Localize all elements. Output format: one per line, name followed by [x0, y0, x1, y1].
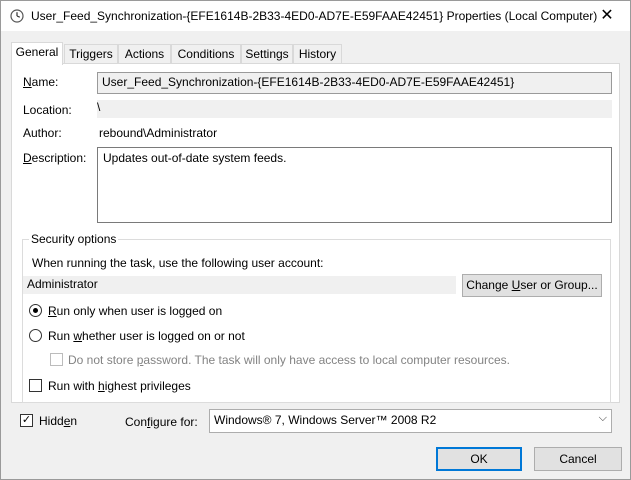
clock-icon [10, 9, 24, 23]
title-bar: User_Feed_Synchronization-{EFE1614B-2B33… [1, 1, 630, 31]
configure-for-label: Configure for: [125, 415, 198, 429]
task-name-field[interactable]: User_Feed_Synchronization-{EFE1614B-2B33… [97, 72, 612, 94]
author-label: Author: [23, 126, 62, 140]
run-whether-logged-on-label[interactable]: Run whether user is logged on or not [48, 329, 245, 343]
configure-for-value: Windows® 7, Windows Server™ 2008 R2 [214, 413, 437, 427]
configure-for-dropdown[interactable]: Windows® 7, Windows Server™ 2008 R2 ⌵ [209, 409, 612, 433]
window-title: User_Feed_Synchronization-{EFE1614B-2B33… [31, 9, 598, 23]
location-value: \ [97, 100, 612, 118]
hidden-label[interactable]: Hidden [39, 414, 77, 428]
tab-triggers[interactable]: Triggers [64, 44, 118, 64]
close-button[interactable]: ✕ [584, 1, 630, 31]
radio-selected-dot [33, 308, 38, 313]
account-prompt: When running the task, use the following… [32, 256, 324, 270]
tab-history[interactable]: History [293, 44, 342, 64]
do-not-store-password-checkbox[interactable] [50, 353, 63, 366]
cancel-button[interactable]: Cancel [534, 447, 622, 471]
run-whether-logged-on-radio[interactable] [29, 329, 42, 342]
change-user-button[interactable]: Change User or Group... [462, 274, 602, 297]
highest-privileges-checkbox[interactable] [29, 379, 42, 392]
location-label: Location: [23, 103, 72, 117]
tab-conditions[interactable]: Conditions [171, 44, 241, 64]
chevron-down-icon: ⌵ [598, 412, 607, 424]
tab-actions[interactable]: Actions [118, 44, 171, 64]
run-only-logged-on-label[interactable]: Run only when user is logged on [48, 304, 222, 318]
run-only-logged-on-radio[interactable] [29, 304, 42, 317]
description-label: Description: [23, 151, 87, 165]
do-not-store-password-label: Do not store password. The task will onl… [68, 353, 510, 367]
tab-general[interactable]: General [11, 42, 63, 65]
ok-button[interactable]: OK [436, 447, 522, 471]
hidden-checkbox[interactable]: ✓ [20, 414, 33, 427]
author-value: rebound\Administrator [99, 126, 218, 140]
name-label: Name: [23, 75, 59, 89]
highest-privileges-label[interactable]: Run with highest privileges [48, 379, 191, 393]
properties-dialog: User_Feed_Synchronization-{EFE1614B-2B33… [0, 0, 631, 480]
user-account-value: Administrator [23, 276, 456, 294]
tab-settings[interactable]: Settings [241, 44, 293, 64]
description-field[interactable]: Updates out-of-date system feeds. [97, 147, 612, 223]
general-tab-panel: Name: User_Feed_Synchronization-{EFE1614… [11, 63, 620, 403]
security-options-title: Security options [29, 232, 119, 246]
